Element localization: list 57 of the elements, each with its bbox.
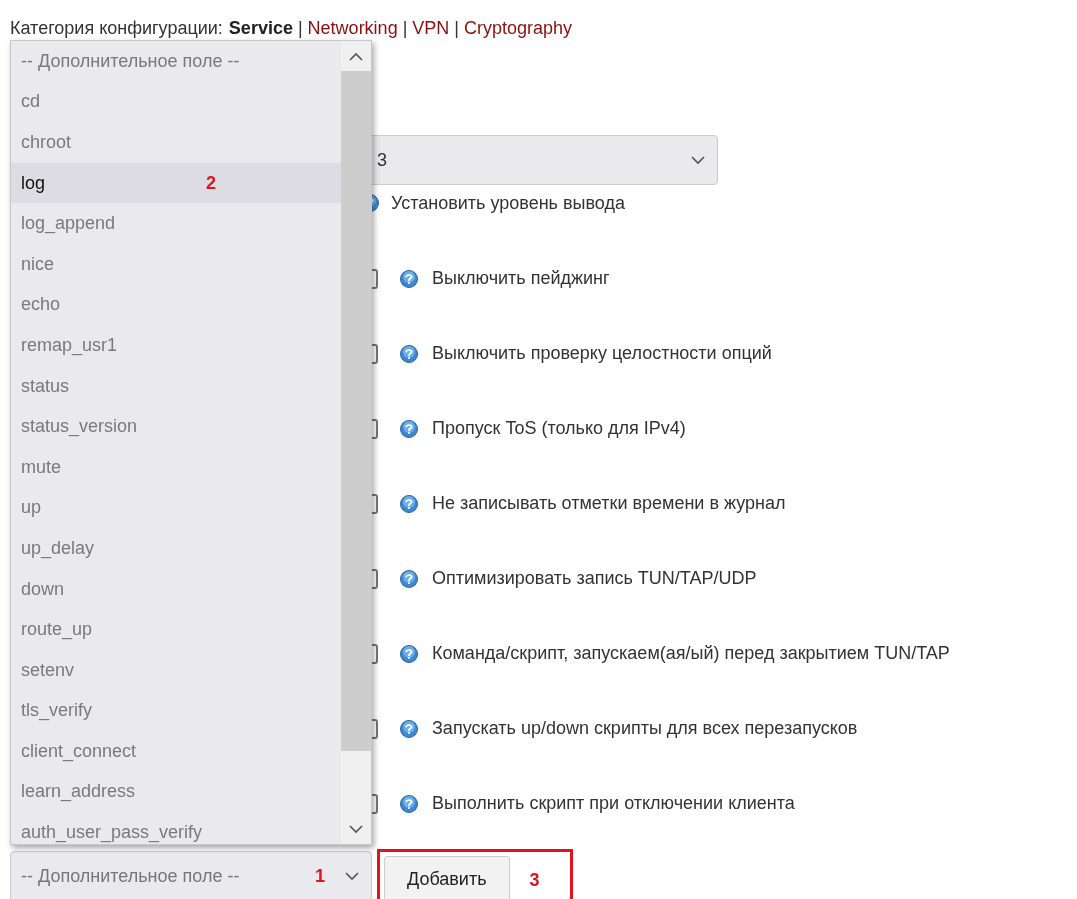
setting-label: Не записывать отметки времени в журнал bbox=[432, 492, 786, 515]
dropdown-option[interactable]: route_up bbox=[11, 609, 341, 650]
dropdown-option[interactable]: client_connect bbox=[11, 731, 341, 772]
scrollbar[interactable] bbox=[341, 41, 371, 844]
dropdown-option[interactable]: chroot bbox=[11, 122, 341, 163]
separator: | bbox=[297, 16, 303, 40]
add-button[interactable]: Добавить bbox=[384, 856, 510, 899]
scrollbar-thumb[interactable] bbox=[341, 71, 371, 751]
setting-label: Оптимизировать запись TUN/TAP/UDP bbox=[432, 567, 757, 590]
help-icon bbox=[400, 269, 418, 288]
dropdown-option[interactable]: log 2 bbox=[11, 162, 341, 204]
chevron-down-icon bbox=[345, 871, 359, 881]
setting-label: Запускать up/down скрипты для всех перезапусков bbox=[432, 717, 858, 740]
setting-label: Выключить проверку целостности опций bbox=[432, 342, 772, 365]
dropdown-option[interactable]: cd bbox=[11, 81, 341, 123]
setting-label: Установить уровень вывода bbox=[391, 191, 625, 215]
scroll-up-icon bbox=[349, 51, 363, 61]
dropdown-option[interactable]: up bbox=[11, 487, 341, 529]
category-link[interactable]: Networking bbox=[307, 14, 398, 42]
dropdown-option[interactable]: setenv bbox=[11, 649, 341, 691]
dropdown-option[interactable]: learn_address bbox=[11, 771, 341, 813]
dropdown-option[interactable]: up_delay bbox=[11, 528, 341, 569]
separator: | bbox=[454, 16, 460, 40]
help-icon bbox=[400, 569, 418, 588]
setting-label: Выполнить скрипт при отключении клиента bbox=[432, 792, 795, 815]
setting-label: Выключить пейджинг bbox=[432, 267, 610, 290]
separator: | bbox=[402, 16, 408, 40]
scroll-down-icon bbox=[349, 825, 363, 834]
dropdown-option[interactable]: -- Дополнительное поле -- bbox=[11, 41, 341, 82]
help-icon bbox=[400, 644, 418, 663]
dropdown-option[interactable]: mute bbox=[11, 446, 341, 488]
help-icon bbox=[400, 419, 418, 438]
annotation-number: 2 bbox=[206, 171, 216, 195]
dropdown-option[interactable]: status bbox=[11, 365, 341, 407]
chevron-down-icon bbox=[691, 155, 705, 165]
dropdown-option[interactable]: log_append bbox=[11, 203, 341, 244]
dropdown-option[interactable]: auth_user_pass_verify bbox=[11, 812, 341, 844]
annotation-number: 3 bbox=[529, 869, 540, 892]
field-select[interactable]: -- Дополнительное поле -- 1 bbox=[10, 851, 372, 899]
dropdown-option[interactable]: echo bbox=[11, 284, 341, 326]
dropdown-option[interactable]: remap_usr1 bbox=[11, 325, 341, 366]
category-link[interactable]: Cryptography bbox=[464, 14, 573, 42]
annotation-number: 1 bbox=[315, 864, 325, 888]
dropdown-option[interactable]: status_version bbox=[11, 406, 341, 447]
setting-label: Пропуск ToS (только для IPv4) bbox=[432, 417, 686, 440]
dropdown-option[interactable]: down bbox=[11, 568, 341, 610]
help-icon bbox=[400, 494, 418, 513]
dropdown-option[interactable]: tls_verify bbox=[11, 690, 341, 732]
category-label: Категория конфигурации: bbox=[10, 16, 223, 40]
select-value: 3 bbox=[377, 148, 387, 172]
help-icon bbox=[400, 344, 418, 363]
category-link[interactable]: Service bbox=[228, 14, 293, 42]
dropdown-option[interactable]: nice bbox=[11, 243, 341, 285]
setting-label: Команда/скрипт, запускаем(ая/ый) перед закрытием TUN/TAP bbox=[432, 642, 950, 665]
help-icon bbox=[400, 719, 418, 738]
help-icon bbox=[400, 794, 418, 813]
category-link[interactable]: VPN bbox=[412, 14, 450, 42]
